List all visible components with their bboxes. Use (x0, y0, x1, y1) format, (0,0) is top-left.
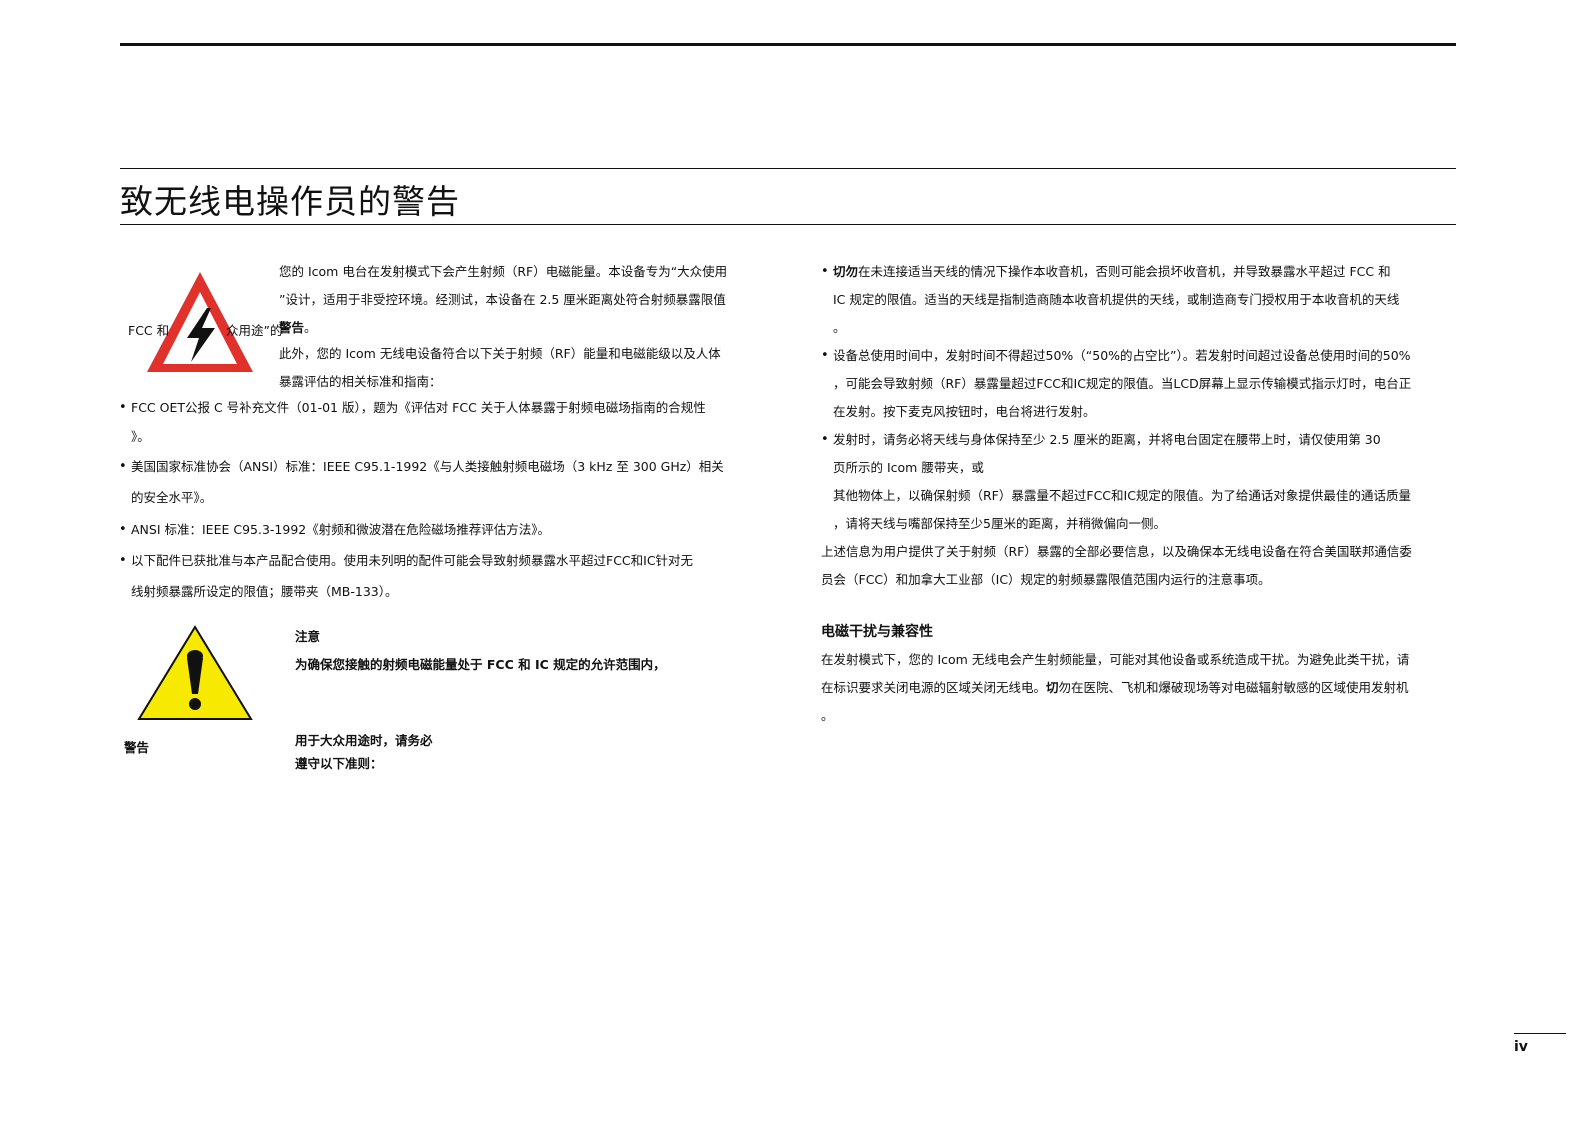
list-item-text: 其他物体上，以确保射频（RF）暴露量不超过FCC和IC规定的限值。为了给通话对象… (833, 488, 1411, 503)
summary-line: 上述信息为用户提供了关于射频（RF）暴露的全部必要信息，以及确保本无线电设备在符… (821, 544, 1412, 559)
list-item: ANSI 标准：IEEE C95.3-1992《射频和微波潜在危险磁场推荐评估方… (119, 515, 759, 544)
intro2-line: 暴露评估的相关标准和指南： (279, 374, 442, 389)
emc-line: 在发射模式下，您的 Icom 无线电会产生射频能量，可能对其他设备或系统造成干扰… (821, 652, 1410, 667)
left-bullets: FCC OET公报 C 号补充文件（01-01 版），题为《评估对 FCC 关于… (119, 393, 759, 606)
summary-line: 员会（FCC）和加拿大工业部（IC）规定的射频暴露限值范围内运行的注意事项。 (821, 572, 1271, 587)
list-item-text: ，可能会导致射频（RF）暴露量超过FCC和IC规定的限值。当LCD屏幕上显示传输… (833, 376, 1412, 391)
emc-heading: 电磁干扰与兼容性 (821, 624, 933, 640)
list-item-text: ANSI 标准：IEEE C95.3-1992《射频和微波潜在危险磁场推荐评估方… (131, 522, 550, 537)
caution-label: 警告 (124, 740, 150, 755)
list-item-text: 在发射。按下麦克风按钮时，电台将进行发射。 (833, 404, 1096, 419)
left-intro: 您的 Icom 电台在发射模式下会产生射频（RF）电磁能量。本设备专为“大众使用… (279, 258, 759, 396)
page-title: 致无线电操作员的警告 (120, 182, 460, 221)
intro-stop: 。 (304, 320, 317, 335)
caution-line: 为确保您接触的射频电磁能量处于 FCC 和 IC 规定的允许范围内， (295, 657, 666, 672)
list-item: 发射时，请务必将天线与身体保持至少 2.5 厘米的距离，并将电台固定在腰带上时，… (821, 426, 1461, 538)
fcc-label-left: FCC 和 (128, 323, 170, 338)
caution-follow: 遵守以下准则： (295, 756, 383, 771)
list-item-text: ，请将天线与嘴部保持至少5厘米的距离，并稍微偏向一侧。 (833, 516, 1166, 531)
list-item: FCC OET公报 C 号补充文件（01-01 版），题为《评估对 FCC 关于… (119, 393, 759, 451)
intro-line: 您的 Icom 电台在发射模式下会产生射频（RF）电磁能量。本设备专为“大众使用 (279, 264, 728, 279)
right-column: 切勿在未连接适当天线的情况下操作本收音机，否则可能会损坏收音机，并导致暴露水平超… (821, 258, 1461, 730)
intro-line: 警告。 (279, 314, 759, 342)
never-bold: 切勿 (833, 264, 859, 279)
list-item: 以下配件已获批准与本产品配合使用。使用未列明的配件可能会导致射频暴露水平超过FC… (119, 546, 759, 606)
caution-follow: 用于大众用途时，请务必 (295, 733, 433, 748)
list-item: 设备总使用时间中，发射时间不得超过50%（“50%的占空比”）。若发射时间超过设… (821, 342, 1461, 426)
list-item: 切勿在未连接适当天线的情况下操作本收音机，否则可能会损坏收音机，并导致暴露水平超… (821, 258, 1461, 342)
fcc-label-right: 众用途”的 (226, 323, 283, 338)
title-bottom-rule (120, 224, 1456, 225)
emc-line2-bold: 切 (1046, 680, 1059, 695)
warning-word: 警告 (279, 320, 305, 335)
list-item-text: 页所示的 Icom 腰带夹，或 (833, 460, 984, 475)
emc-line2-a: 在标识要求关闭电源的区域关闭无线电。 (821, 680, 1047, 695)
title-top-rule (120, 168, 1456, 169)
list-item-text: IC 规定的限值。适当的天线是指制造商随本收音机提供的天线，或制造商专门授权用于… (833, 292, 1400, 307)
emc-line: 在标识要求关闭电源的区域关闭无线电。切勿在医院、飞机和爆破现场等对电磁辐射敏感的… (821, 674, 1461, 702)
list-item-text: 。 (833, 320, 846, 335)
emc-line2-b: 勿在医院、飞机和爆破现场等对电磁辐射敏感的区域使用发射机 (1058, 680, 1409, 695)
page-number-rule (1514, 1033, 1566, 1034)
page-number: iv (1514, 1039, 1528, 1055)
list-item: 美国国家标准协会（ANSI）标准：IEEE C95.1-1992《与人类接触射频… (119, 452, 759, 512)
list-item-text: 线射频暴露所设定的限值；腰带夹（MB-133）。 (131, 584, 398, 599)
list-item-text: 》。 (131, 429, 150, 444)
list-item-text: 以下配件已获批准与本产品配合使用。使用未列明的配件可能会导致射频暴露水平超过FC… (131, 553, 694, 568)
intro-line: ”设计，适用于非受控环境。经测试，本设备在 2.5 厘米距离处符合射频暴露限值 (279, 292, 726, 307)
list-item-text: 设备总使用时间中，发射时间不得超过50%（“50%的占空比”）。若发射时间超过设… (833, 348, 1411, 363)
list-item-text: 美国国家标准协会（ANSI）标准：IEEE C95.1-1992《与人类接触射频… (131, 459, 724, 474)
list-item-text: FCC OET公报 C 号补充文件（01-01 版），题为《评估对 FCC 关于… (131, 400, 706, 415)
list-item-text: 的安全水平》。 (131, 490, 213, 505)
caution-title: 注意 (295, 629, 321, 644)
list-item-text: 切勿在未连接适当天线的情况下操作本收音机，否则可能会损坏收音机，并导致暴露水平超… (833, 258, 1461, 286)
list-item-text: 发射时，请务必将天线与身体保持至少 2.5 厘米的距离，并将电台固定在腰带上时，… (833, 432, 1381, 447)
caution-exclamation-icon (136, 624, 254, 722)
intro2-line: 此外，您的 Icom 无线电设备符合以下关于射频（RF）能量和电磁能级以及人体 (279, 346, 721, 361)
bullet1-rest: 在未连接适当天线的情况下操作本收音机，否则可能会损坏收音机，并导致暴露水平超过 … (858, 264, 1391, 279)
emc-line: 。 (821, 708, 834, 723)
top-rule (120, 43, 1456, 46)
